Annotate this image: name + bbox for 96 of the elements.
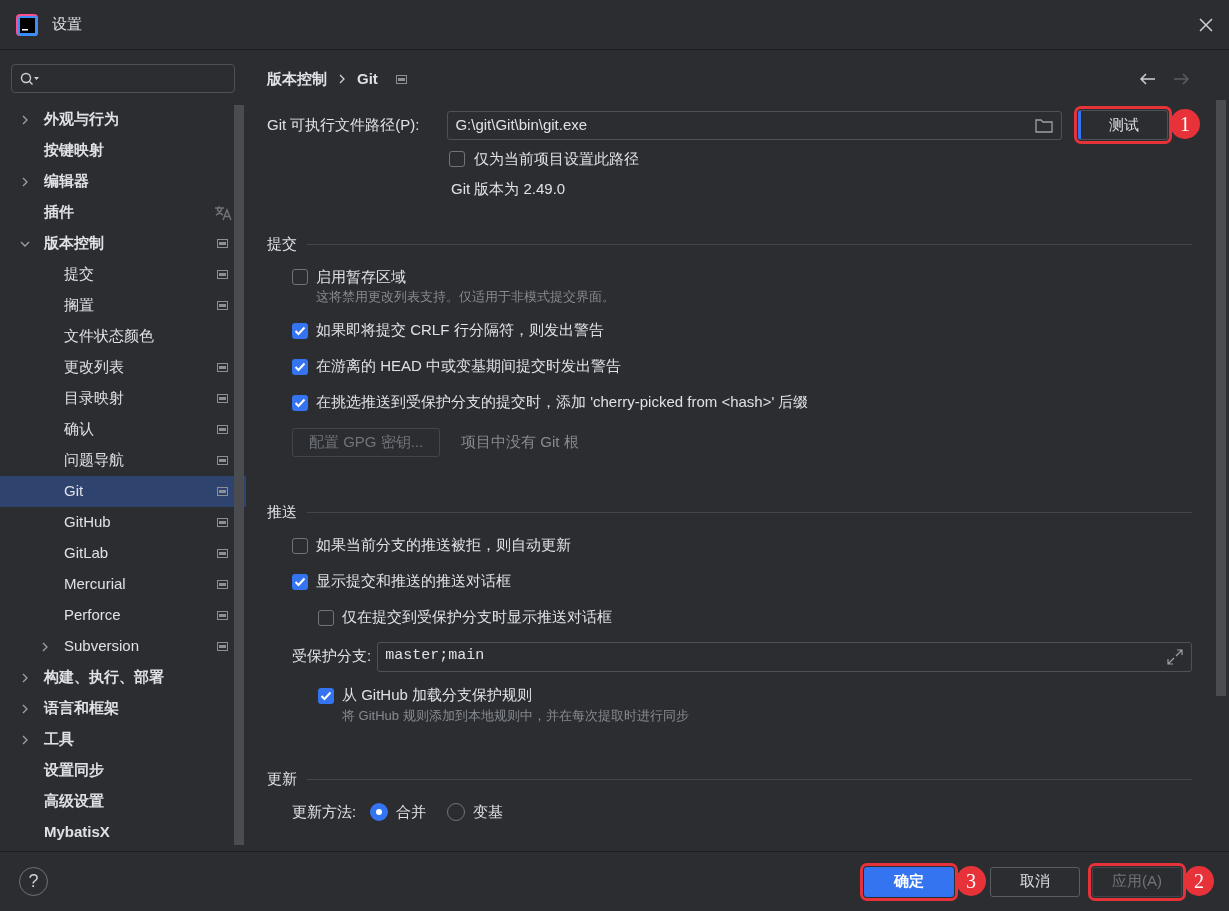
close-icon[interactable]	[1199, 17, 1213, 32]
sidebar-item[interactable]: 问题导航	[0, 445, 246, 476]
scrollbar[interactable]	[234, 105, 244, 845]
sidebar-item[interactable]: 编辑器	[0, 166, 246, 197]
sidebar-item[interactable]: Git	[0, 476, 246, 507]
checkbox-label: 从 GitHub 加载分支保护规则	[342, 685, 533, 706]
radio-label: 合并	[396, 801, 427, 822]
field-label: 受保护分支:	[292, 646, 372, 667]
sidebar-item[interactable]: 语言和框架	[0, 693, 246, 724]
project-icon	[217, 518, 228, 527]
version-text: Git 版本为 2.49.0	[451, 179, 567, 199]
radio-label: 变基	[473, 801, 504, 822]
project-icon	[217, 580, 228, 589]
sidebar-item[interactable]: 设置同步	[0, 755, 246, 786]
field-label: Git 可执行文件路径(P):	[267, 114, 421, 135]
checkbox[interactable]	[292, 573, 308, 590]
sidebar-item[interactable]: 提交	[0, 259, 246, 290]
sidebar-item[interactable]: Mercurial	[0, 569, 246, 600]
sidebar-item[interactable]: 目录映射	[0, 383, 246, 414]
checkbox[interactable]	[292, 269, 308, 285]
radio-button[interactable]	[370, 803, 389, 821]
checkbox-label: 显示提交和推送的推送对话框	[316, 571, 511, 592]
callout-number: 3	[956, 865, 986, 896]
checkbox[interactable]	[318, 687, 334, 704]
hint-text: 将 GitHub 规则添加到本地规则中，并在每次提取时进行同步	[342, 706, 690, 725]
checkbox[interactable]	[292, 394, 308, 411]
callout-number: 1	[1170, 109, 1200, 139]
app-logo-icon	[16, 13, 38, 36]
back-arrow-icon[interactable]	[1140, 73, 1156, 85]
sidebar-item[interactable]: 插件	[0, 197, 246, 228]
checkbox[interactable]	[318, 609, 334, 626]
search-field[interactable]	[11, 64, 235, 93]
checkbox-label: 仅为当前项目设置此路径	[474, 148, 639, 169]
project-icon	[217, 456, 228, 465]
checkbox-label: 如果即将提交 CRLF 行分隔符，则发出警告	[316, 320, 604, 341]
sidebar-item[interactable]: GitLab	[0, 538, 246, 569]
project-icon	[217, 549, 228, 558]
checkbox-label: 如果当前分支的推送被拒，则自动更新	[316, 535, 571, 556]
hint-text: 这将禁用更改列表支持。仅适用于非模式提交界面。	[316, 288, 616, 306]
section-title: 提交	[267, 233, 297, 254]
sidebar-item[interactable]: 按键映射	[0, 135, 246, 166]
note-text: 项目中没有 Git 根	[461, 432, 579, 453]
sidebar-item[interactable]: 高级设置	[0, 786, 246, 817]
expand-icon[interactable]	[1167, 648, 1183, 665]
project-icon	[217, 301, 228, 310]
checkbox-label: 启用暂存区域	[316, 266, 406, 287]
project-icon	[217, 611, 228, 620]
section-title: 更新	[267, 768, 297, 789]
sidebar-item[interactable]: GitHub	[0, 507, 246, 538]
branch-field[interactable]: master;main	[377, 641, 1192, 672]
section-title: 推送	[267, 502, 297, 523]
project-icon	[217, 363, 228, 372]
folder-icon[interactable]	[1035, 117, 1053, 133]
chevron-right-icon[interactable]	[20, 176, 30, 187]
window-title: 设置	[52, 14, 82, 35]
project-icon	[217, 487, 228, 496]
scrollbar[interactable]	[1216, 100, 1226, 696]
chevron-right-icon[interactable]	[20, 672, 30, 683]
sidebar-item[interactable]: 构建、执行、部署	[0, 662, 246, 693]
checkbox-label: 在挑选推送到受保护分支的提交时，添加 'cherry-picked from <hash>' 后缀	[316, 392, 809, 413]
sidebar-item[interactable]: 工具	[0, 724, 246, 755]
sidebar-item[interactable]: 外观与行为	[0, 104, 246, 135]
callout-number: 2	[1184, 865, 1214, 896]
project-icon	[395, 74, 407, 84]
checkbox[interactable]	[292, 537, 308, 554]
forward-arrow-icon	[1173, 73, 1189, 85]
checkbox[interactable]	[292, 322, 308, 339]
sidebar-item[interactable]: 确认	[0, 414, 246, 445]
search-icon	[20, 71, 40, 86]
project-icon	[217, 642, 228, 651]
chevron-right-icon[interactable]	[20, 734, 30, 745]
sidebar-item[interactable]: Perforce	[0, 600, 246, 631]
project-icon	[217, 239, 228, 248]
sidebar-item[interactable]: 更改列表	[0, 352, 246, 383]
sidebar-item[interactable]: 文件状态颜色	[0, 321, 246, 352]
checkbox[interactable]	[292, 358, 308, 375]
sidebar-item[interactable]: MybatisX	[0, 817, 246, 848]
chevron-right-icon[interactable]	[20, 703, 30, 714]
chevron-right-icon	[339, 74, 345, 84]
checkbox[interactable]	[449, 151, 465, 167]
project-icon	[217, 394, 228, 403]
sidebar-item[interactable]: 搁置	[0, 290, 246, 321]
field-label: 更新方法:	[292, 801, 357, 822]
checkbox-label: 仅在提交到受保护分支时显示推送对话框	[342, 607, 612, 628]
project-icon	[217, 425, 228, 434]
breadcrumb-item: Git	[357, 68, 378, 89]
sidebar-item[interactable]: 版本控制	[0, 228, 246, 259]
dialog-button[interactable]: 取消	[990, 866, 1080, 897]
checkbox-label: 在游离的 HEAD 中或变基期间提交时发出警告	[316, 356, 621, 377]
chevron-right-icon[interactable]	[40, 641, 50, 652]
breadcrumb-item[interactable]: 版本控制	[267, 67, 327, 91]
project-icon	[217, 270, 228, 279]
translate-icon	[214, 204, 232, 221]
sidebar-item[interactable]: Subversion	[0, 631, 246, 662]
chevron-right-icon[interactable]	[20, 114, 30, 125]
path-field[interactable]: G:\git\Git\bin\git.exe	[447, 110, 1062, 140]
